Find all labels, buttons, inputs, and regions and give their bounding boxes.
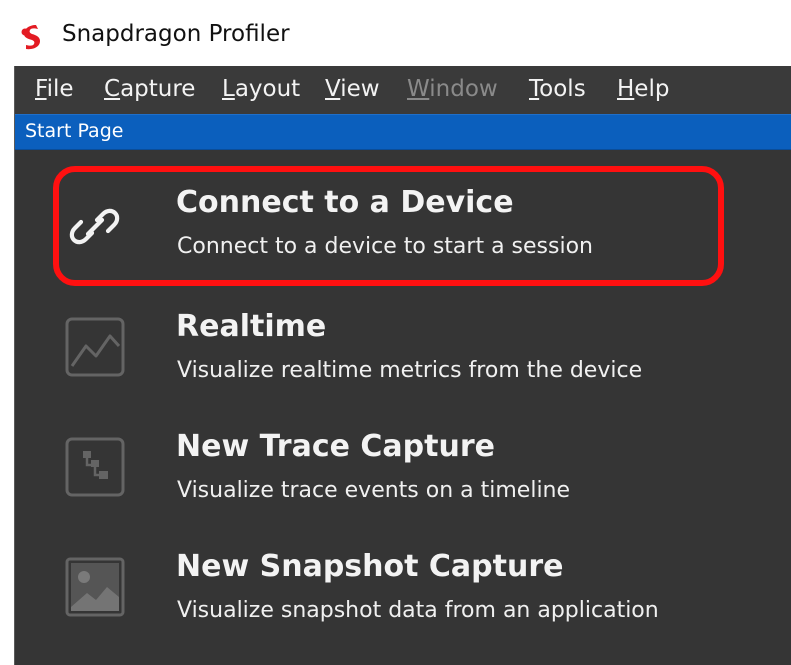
- connect-subtitle: Connect to a device to start a session: [177, 234, 593, 259]
- trace-title: New Trace Capture: [176, 429, 495, 464]
- menu-view-accelerator: V: [325, 76, 341, 102]
- image-snapshot-icon: [65, 557, 125, 617]
- menu-window-accelerator: W: [407, 76, 430, 102]
- snapshot-subtitle: Visualize snapshot data from an applicat…: [177, 598, 659, 623]
- realtime-title: Realtime: [176, 309, 327, 344]
- menu-file-accelerator: F: [35, 76, 47, 102]
- menu-capture[interactable]: Capture: [104, 74, 195, 104]
- menu-view-label: iew: [340, 76, 380, 102]
- tab-start-page-label: Start Page: [25, 120, 124, 142]
- tab-start-page[interactable]: Start Page: [15, 114, 791, 150]
- connect-title: Connect to a Device: [176, 185, 514, 220]
- menu-tools[interactable]: Tools: [529, 74, 586, 104]
- line-chart-icon: [65, 317, 125, 377]
- menu-view[interactable]: View: [325, 74, 380, 104]
- menu-capture-label: apture: [120, 76, 196, 102]
- menu-tools-accelerator: T: [529, 76, 540, 102]
- menu-layout[interactable]: Layout: [222, 74, 300, 104]
- menu-window[interactable]: Window: [407, 74, 498, 104]
- new-snapshot-capture-action[interactable]: New Snapshot Capture Visualize snapshot …: [15, 526, 791, 634]
- menu-help[interactable]: Help: [617, 74, 669, 104]
- menu-window-label: indow: [429, 76, 498, 102]
- main-window-body: File Capture Layout View Window Tools He…: [14, 66, 791, 665]
- trace-timeline-icon: [65, 437, 125, 497]
- menu-help-label: elp: [634, 76, 670, 102]
- menu-file-label: ile: [46, 76, 74, 102]
- menu-layout-label: ayout: [234, 76, 301, 102]
- title-bar: Snapdragon Profiler: [0, 0, 791, 66]
- realtime-subtitle: Visualize realtime metrics from the devi…: [177, 358, 643, 383]
- menu-layout-accelerator: L: [222, 76, 235, 102]
- window-title: Snapdragon Profiler: [62, 21, 290, 47]
- menu-file[interactable]: File: [35, 74, 74, 104]
- snapdragon-profiler-window: Snapdragon Profiler File Capture Layout …: [0, 0, 791, 665]
- trace-subtitle: Visualize trace events on a timeline: [177, 478, 571, 503]
- menu-help-accelerator: H: [617, 76, 635, 102]
- menu-capture-accelerator: C: [104, 76, 121, 102]
- start-page-content: Connect to a Device Connect to a device …: [15, 150, 791, 665]
- snapshot-title: New Snapshot Capture: [176, 549, 564, 584]
- menu-tools-label: ools: [539, 76, 586, 102]
- connect-to-device-action[interactable]: Connect to a Device Connect to a device …: [15, 166, 791, 286]
- snapdragon-logo-icon: [21, 25, 40, 50]
- link-icon: [69, 208, 120, 245]
- menu-bar: File Capture Layout View Window Tools He…: [15, 66, 791, 110]
- new-trace-capture-action[interactable]: New Trace Capture Visualize trace events…: [15, 406, 791, 514]
- realtime-action[interactable]: Realtime Visualize realtime metrics from…: [15, 286, 791, 394]
